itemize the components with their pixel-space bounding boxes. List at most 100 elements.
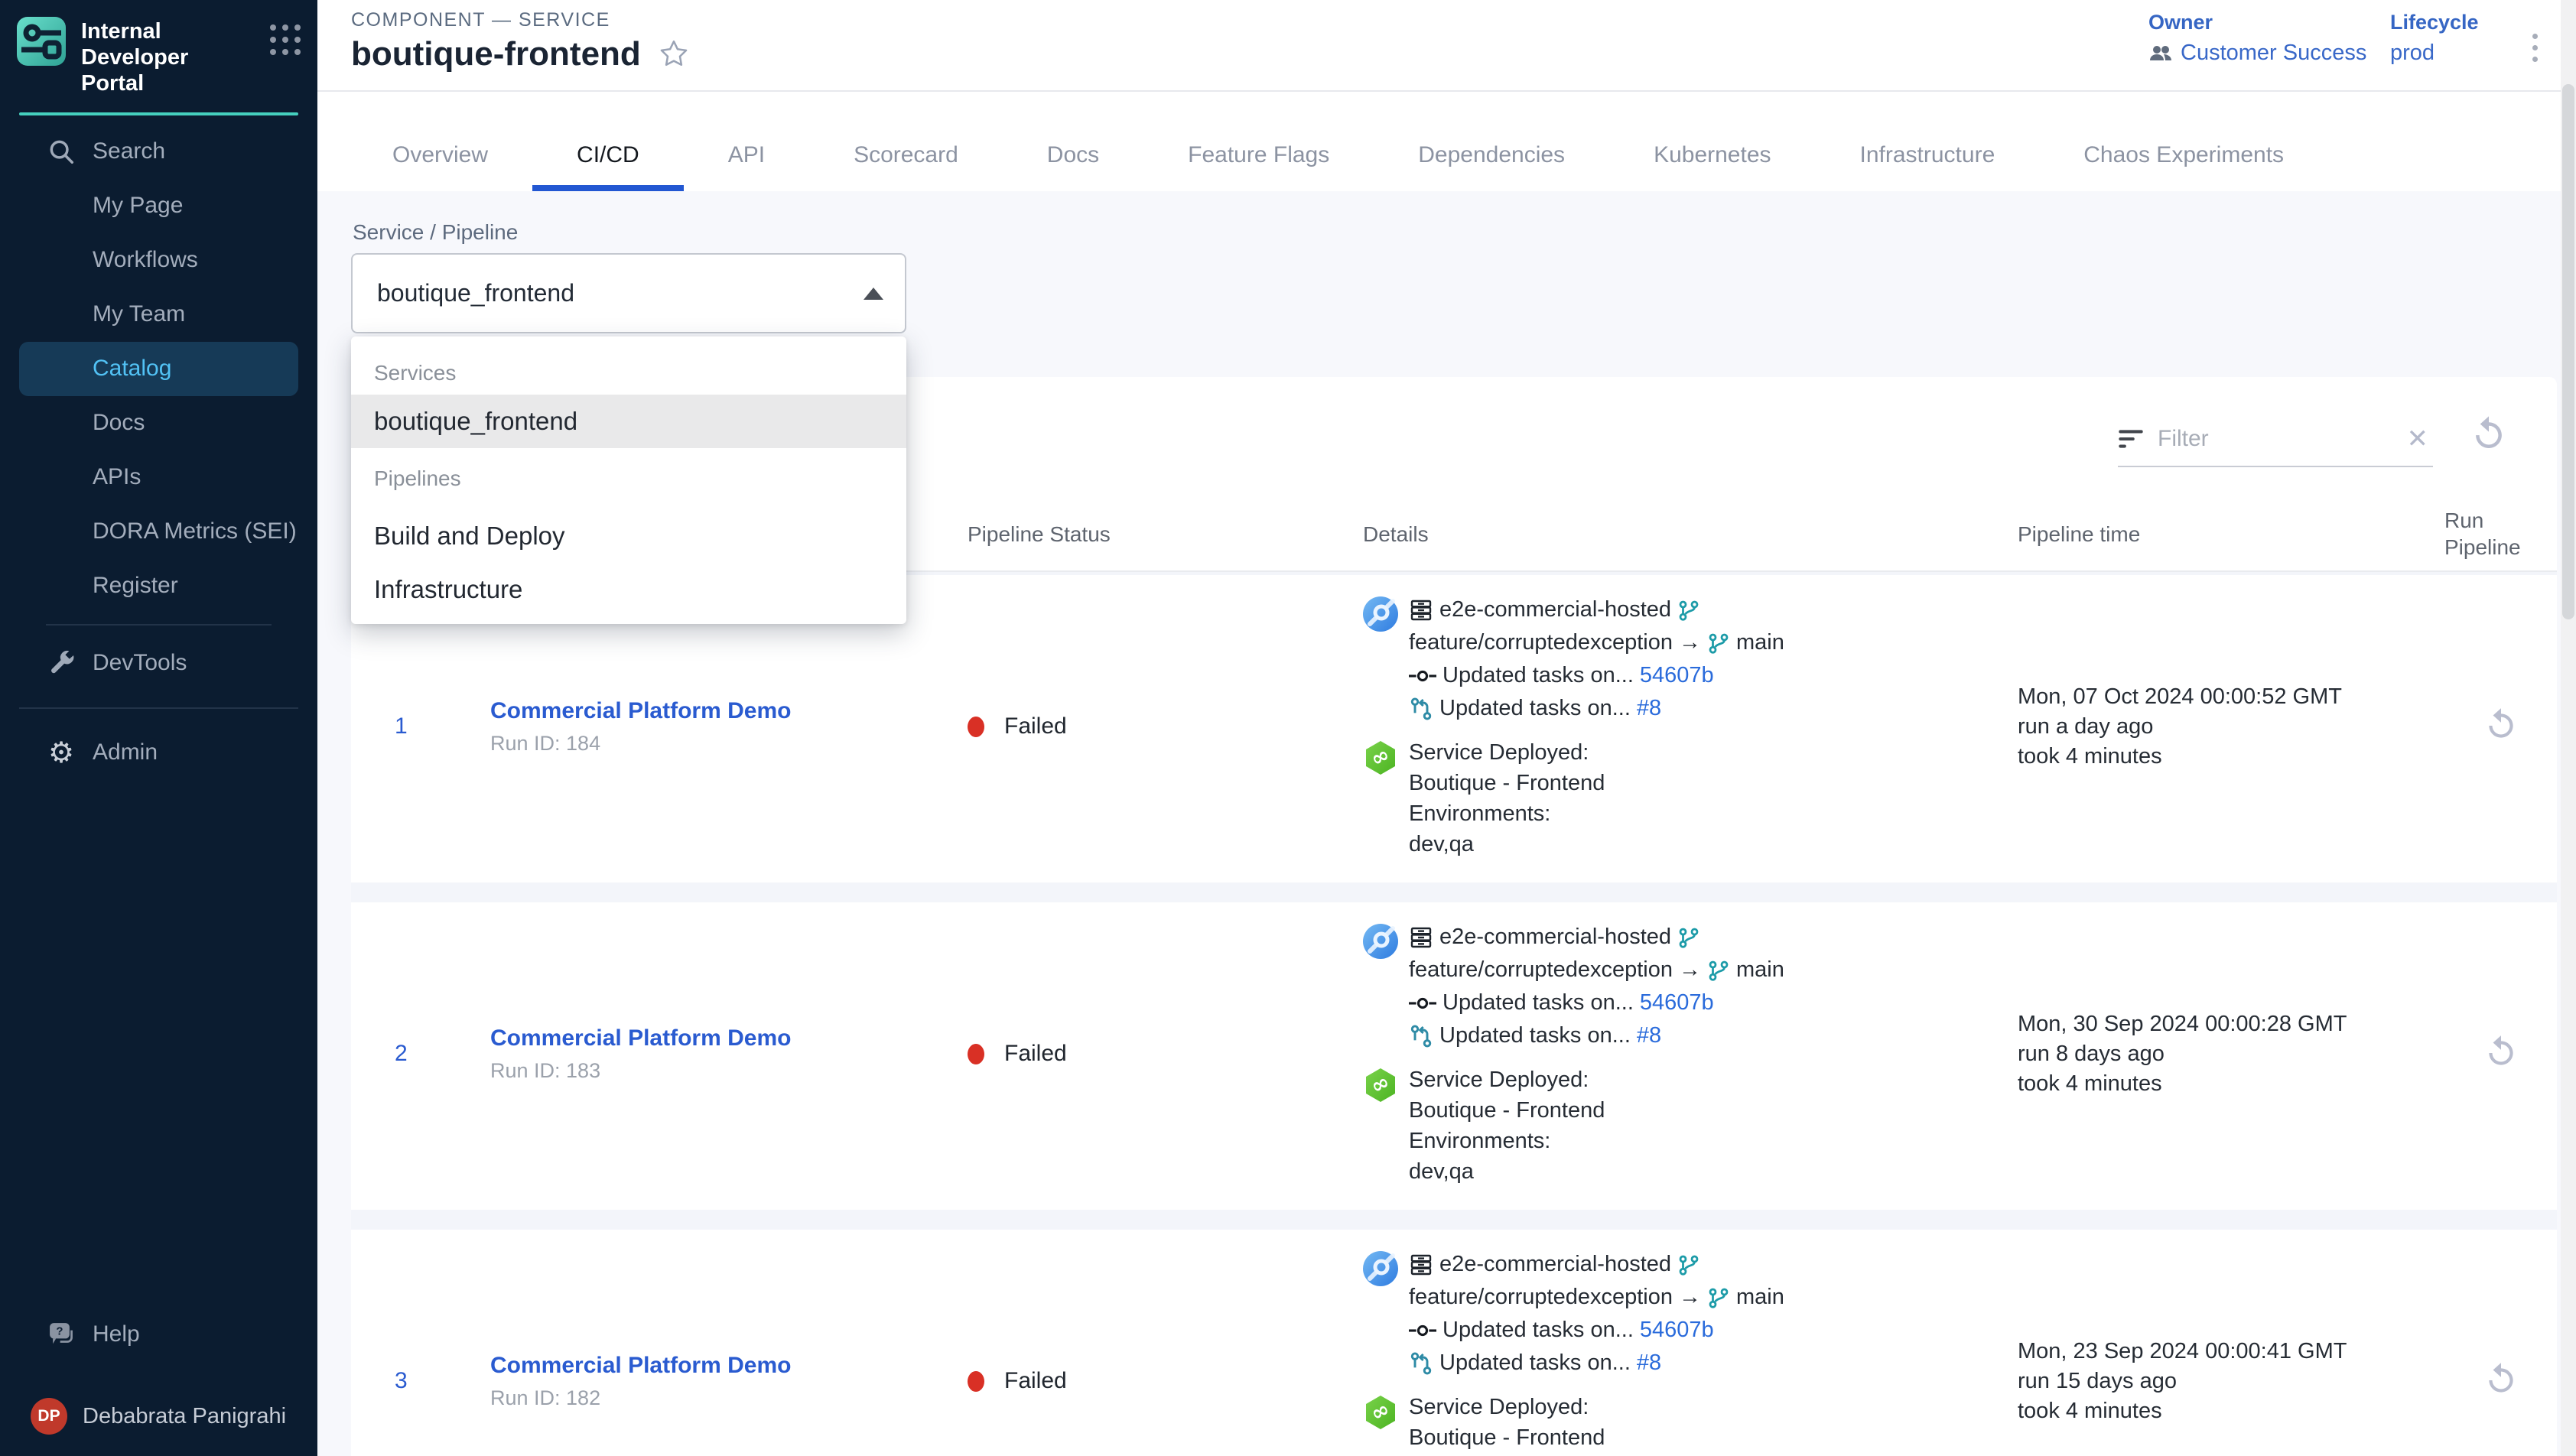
- tab[interactable]: Overview: [348, 142, 532, 191]
- pipeline-name-link[interactable]: Commercial Platform Demo: [490, 1025, 968, 1051]
- filter-input[interactable]: [2156, 425, 2390, 453]
- dropdown-option-build-and-deploy[interactable]: Build and Deploy: [351, 509, 906, 563]
- ci-stage-icon: [1363, 924, 1398, 959]
- branch-icon: [1707, 632, 1730, 655]
- pipeline-status: Failed: [968, 1041, 1363, 1067]
- commit-hash-link[interactable]: 54607b: [1640, 1314, 1714, 1347]
- cd-stage-icon: ∞: [1363, 740, 1398, 775]
- screen: Internal Developer Portal Search My Page: [0, 0, 2576, 1456]
- refresh-icon[interactable]: [2468, 414, 2509, 459]
- search-icon: [44, 137, 79, 166]
- tab[interactable]: CI/CD: [532, 142, 684, 191]
- pipeline-name-link[interactable]: Commercial Platform Demo: [490, 698, 968, 724]
- tab[interactable]: Chaos Experiments: [2039, 142, 2328, 191]
- sidebar-item-admin[interactable]: ⚙ Admin: [19, 726, 298, 780]
- owner-value-link[interactable]: Customer Success: [2181, 41, 2366, 66]
- commit-icon: [1409, 1321, 1436, 1341]
- pr-number-link[interactable]: #8: [1637, 692, 1661, 725]
- pipeline-status: Failed: [968, 713, 1363, 739]
- favorite-star-icon[interactable]: [658, 38, 690, 70]
- sidebar-item-label: My Team: [93, 301, 185, 327]
- tab[interactable]: Kubernetes: [1609, 142, 1815, 191]
- commit-hash-link[interactable]: 54607b: [1640, 986, 1714, 1019]
- sidebar-item-label: Docs: [93, 410, 145, 436]
- page-title: boutique-frontend: [351, 35, 641, 73]
- page-scrollbar[interactable]: [2561, 0, 2576, 1456]
- pipeline-select[interactable]: boutique_frontend: [351, 253, 906, 333]
- sidebar-item-register[interactable]: Register: [19, 559, 298, 613]
- pipeline-select-value: boutique_frontend: [353, 279, 574, 307]
- sidebar-item-catalog[interactable]: Catalog: [19, 342, 298, 396]
- dropdown-option-infrastructure[interactable]: Infrastructure: [351, 563, 906, 616]
- sidebar-item-docs[interactable]: Docs: [19, 396, 298, 450]
- sidebar-item-label: My Page: [93, 193, 183, 219]
- run-number-link[interactable]: 2: [395, 1041, 490, 1067]
- run-number-link[interactable]: 3: [395, 1368, 490, 1394]
- rerun-pipeline-icon[interactable]: [2482, 1360, 2520, 1402]
- sidebar-item-workflows[interactable]: Workflows: [19, 233, 298, 288]
- svg-text:?: ?: [56, 1324, 63, 1337]
- deploy-service: Boutique - Frontend: [1409, 1422, 1605, 1453]
- run-number-link[interactable]: 1: [395, 713, 490, 739]
- tab[interactable]: Dependencies: [1374, 142, 1609, 191]
- sidebar: Internal Developer Portal Search My Page: [0, 0, 317, 1456]
- content: Service / Pipeline boutique_frontend: [317, 191, 2576, 1456]
- pipeline-logo-icon: [17, 17, 66, 66]
- rerun-pipeline-icon[interactable]: [2482, 706, 2520, 748]
- tab[interactable]: Docs: [1003, 142, 1143, 191]
- tab[interactable]: Scorecard: [809, 142, 1003, 191]
- arrow-icon: →: [1679, 626, 1701, 659]
- time-ago: run 8 days ago: [2018, 1039, 2444, 1069]
- sidebar-item-devtools[interactable]: DevTools: [19, 636, 298, 691]
- more-options-icon[interactable]: [2528, 29, 2542, 67]
- sidebar-item-apis[interactable]: APIs: [19, 450, 298, 505]
- pipeline-name-link[interactable]: Commercial Platform Demo: [490, 1353, 968, 1379]
- branch-icon: [1677, 926, 1700, 949]
- time-date: Mon, 07 Oct 2024 00:00:52 GMT: [2018, 682, 2444, 712]
- app-switcher-icon[interactable]: [270, 24, 301, 55]
- dropdown-option-boutique-frontend[interactable]: boutique_frontend: [351, 395, 906, 448]
- scrollbar-thumb[interactable]: [2562, 84, 2574, 619]
- tab[interactable]: API: [684, 142, 809, 191]
- sidebar-item-dora-metrics[interactable]: DORA Metrics (SEI): [19, 505, 298, 559]
- commit-message: Updated tasks on...: [1442, 659, 1634, 692]
- sidebar-item-help[interactable]: ? Help: [19, 1307, 298, 1361]
- sidebar-item-my-page[interactable]: My Page: [19, 179, 298, 233]
- repo-name: e2e-commercial-hosted: [1439, 1248, 1671, 1281]
- clear-filter-icon[interactable]: ✕: [2402, 424, 2434, 454]
- tab[interactable]: Infrastructure: [1816, 142, 2040, 191]
- run-id: Run ID: 184: [490, 732, 968, 756]
- lifecycle-block: Lifecycle prod: [2390, 11, 2479, 66]
- status-label: Failed: [1004, 713, 1067, 739]
- rerun-pipeline-icon[interactable]: [2482, 1033, 2520, 1075]
- ci-stage-icon: [1363, 1251, 1398, 1286]
- sidebar-divider: [19, 707, 298, 709]
- sidebar-item-my-team[interactable]: My Team: [19, 288, 298, 342]
- branch-icon: [1707, 1286, 1730, 1309]
- tab[interactable]: Feature Flags: [1143, 142, 1374, 191]
- pipeline-time: Mon, 07 Oct 2024 00:00:52 GMT run a day …: [2018, 682, 2444, 772]
- cd-stage-icon: ∞: [1363, 1068, 1398, 1103]
- pipeline-picker-label: Service / Pipeline: [353, 220, 518, 245]
- col-header-time: Pipeline time: [2018, 521, 2444, 548]
- avatar: DP: [31, 1398, 67, 1435]
- sidebar-item-label: Admin: [93, 739, 158, 765]
- user-menu[interactable]: DP Debabrata Panigrahi: [0, 1398, 317, 1456]
- run-details: e2e-commercial-hosted: [1363, 1248, 2018, 1456]
- sidebar-bottom: ? Help DP Debabrata Panigrahi: [0, 1307, 317, 1456]
- team-icon: [2148, 44, 2173, 63]
- table-row: 3 Commercial Platform Demo Run ID: 182 F…: [351, 1230, 2557, 1456]
- sidebar-item-label: APIs: [93, 464, 141, 490]
- repo-name: e2e-commercial-hosted: [1439, 921, 1671, 954]
- time-took: took 4 minutes: [2018, 742, 2444, 772]
- branch-to: main: [1736, 626, 1784, 659]
- sidebar-item-search[interactable]: Search: [19, 125, 298, 179]
- failed-status-dot: [968, 717, 984, 737]
- app-logo-icon[interactable]: [17, 17, 66, 66]
- pr-number-link[interactable]: #8: [1637, 1347, 1661, 1380]
- help-icon: ?: [44, 1320, 79, 1349]
- repo-icon: [1409, 925, 1433, 950]
- sidebar-header: Internal Developer Portal: [0, 0, 317, 97]
- pr-number-link[interactable]: #8: [1637, 1019, 1661, 1052]
- commit-hash-link[interactable]: 54607b: [1640, 659, 1714, 692]
